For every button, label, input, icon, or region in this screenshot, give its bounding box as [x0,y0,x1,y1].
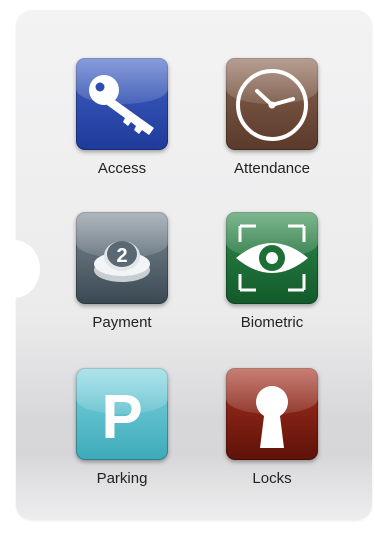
tile-locks-label: Locks [252,470,292,487]
tile-payment-label: Payment [92,314,152,331]
coin-value: 2 [116,245,127,267]
tile-attendance-label: Attendance [234,160,310,177]
coin-icon: 2 [76,212,168,304]
eye-icon [226,212,318,304]
tile-parking-label: Parking [96,470,148,487]
keyhole-icon [226,368,318,460]
tile-payment[interactable]: 2 Payment [62,212,182,331]
tile-biometric-label: Biometric [240,314,304,331]
tile-access-label: Access [97,160,147,177]
parking-icon: P [76,368,168,460]
clock-icon [226,58,318,150]
parking-letter: P [101,383,142,452]
tile-access[interactable]: Access [62,58,182,177]
screen: Access Attendance 2 Payment Biometric P … [0,0,375,538]
tile-biometric[interactable]: Biometric [212,212,332,331]
tile-locks[interactable]: Locks [212,368,332,487]
key-icon [76,58,168,150]
tile-attendance[interactable]: Attendance [212,58,332,177]
tile-parking[interactable]: P Parking [62,368,182,487]
